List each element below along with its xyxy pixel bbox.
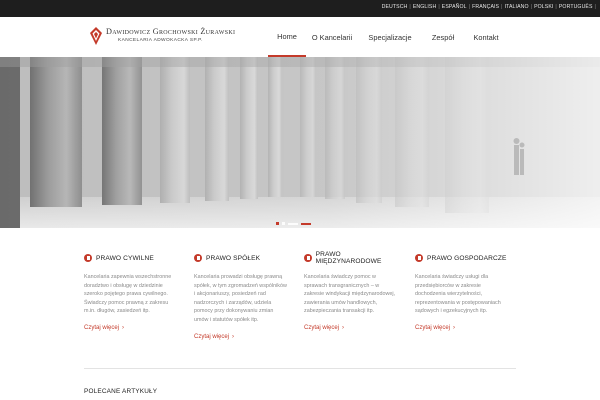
nav-item-kontakt[interactable]: Kontakt bbox=[464, 17, 508, 57]
service-description: Kancelaria świadczy usługi dla przedsięb… bbox=[415, 274, 501, 315]
lang-separator: | bbox=[594, 4, 596, 10]
document-icon bbox=[84, 254, 92, 262]
chevron-right-icon: › bbox=[122, 325, 125, 331]
service-title: PRAWO SPÓŁEK bbox=[206, 254, 261, 262]
lang-separator: | bbox=[530, 4, 533, 10]
chevron-right-icon: › bbox=[342, 325, 345, 331]
nav-item-specjalizacje[interactable]: Specjalizacje bbox=[358, 17, 422, 57]
document-icon bbox=[415, 254, 423, 262]
slider-dot-4[interactable] bbox=[301, 222, 311, 225]
nav-item-home[interactable]: Home bbox=[268, 17, 306, 57]
read-more-link[interactable]: Czytaj więcej › bbox=[194, 334, 234, 340]
read-more-link[interactable]: Czytaj więcej › bbox=[415, 325, 455, 331]
slider-dot-2[interactable] bbox=[282, 222, 285, 225]
shield-crest-icon bbox=[90, 27, 102, 45]
service-prawo-spolek: PRAWO SPÓŁEK Kancelaria prowadzi obsługę… bbox=[194, 253, 294, 340]
slider-dot-3[interactable] bbox=[288, 222, 298, 225]
slider-dot-1[interactable] bbox=[276, 222, 279, 225]
service-prawo-miedzynarodowe: PRAWO MIĘDZYNARODOWE Kancelaria świadczy… bbox=[304, 251, 404, 331]
site-logo[interactable]: Dawidowicz Grochowski Żurawski KANCELARI… bbox=[90, 27, 235, 45]
main-nav: Home O Kancelarii Specjalizacje Zespół K… bbox=[268, 17, 508, 57]
lang-separator: | bbox=[501, 4, 503, 10]
lang-separator: | bbox=[438, 4, 440, 10]
lang-deutsch[interactable]: DEUTSCH bbox=[382, 4, 408, 10]
section-divider bbox=[84, 368, 516, 369]
slider-pagination bbox=[276, 222, 311, 225]
chevron-right-icon: › bbox=[453, 325, 456, 331]
lang-english[interactable]: ENGLISH bbox=[413, 4, 436, 10]
service-prawo-gospodarcze: PRAWO GOSPODARCZE Kancelaria świadczy us… bbox=[415, 253, 515, 331]
service-title: PRAWO CYWILNE bbox=[96, 254, 154, 262]
lang-francais[interactable]: FRANÇAIS bbox=[472, 4, 499, 10]
document-icon bbox=[194, 254, 202, 262]
read-more-link[interactable]: Czytaj więcej › bbox=[84, 325, 124, 331]
service-title: PRAWO MIĘDZYNARODOWE bbox=[315, 251, 382, 265]
brand-subtitle: KANCELARIA ADWOKACKA SP.P. bbox=[118, 38, 203, 43]
lang-separator: | bbox=[468, 4, 471, 10]
lang-separator: | bbox=[409, 4, 411, 10]
site-header: Dawidowicz Grochowski Żurawski KANCELARI… bbox=[0, 17, 600, 57]
language-switcher: DEUTSCH | ENGLISH | ESPAÑOL | FRANÇAIS |… bbox=[382, 4, 598, 10]
read-more-link[interactable]: Czytaj więcej › bbox=[304, 325, 344, 331]
featured-articles-heading: POLECANE ARTYKUŁY bbox=[84, 388, 158, 395]
service-description: Kancelaria zapewnia wszechstronne doradz… bbox=[84, 274, 172, 315]
top-language-bar: DEUTSCH | ENGLISH | ESPAÑOL | FRANÇAIS |… bbox=[0, 0, 600, 17]
lang-espanol[interactable]: ESPAÑOL bbox=[442, 4, 467, 10]
nav-item-zespol[interactable]: Zespół bbox=[422, 17, 464, 57]
colonnade-photo bbox=[0, 57, 600, 228]
services-section: PRAWO CYWILNE Kancelaria zapewnia wszech… bbox=[84, 251, 524, 353]
lang-separator: | bbox=[555, 4, 557, 10]
document-icon bbox=[304, 254, 312, 262]
service-title: PRAWO GOSPODARCZE bbox=[427, 254, 507, 262]
service-description: Kancelaria prowadzi obsługę prawną spółe… bbox=[194, 274, 287, 323]
brand-name: Dawidowicz Grochowski Żurawski bbox=[106, 27, 236, 36]
hero-slider bbox=[0, 57, 600, 228]
service-prawo-cywilne: PRAWO CYWILNE Kancelaria zapewnia wszech… bbox=[84, 253, 184, 331]
lang-polski[interactable]: POLSKI bbox=[534, 4, 553, 10]
lang-portugues[interactable]: PORTUGUÊS bbox=[559, 4, 593, 10]
chevron-right-icon: › bbox=[232, 334, 235, 340]
lang-italiano[interactable]: ITALIANO bbox=[505, 4, 529, 10]
service-description: Kancelaria świadczy pomoc w sprawach tra… bbox=[304, 274, 396, 315]
nav-item-o-kancelarii[interactable]: O Kancelarii bbox=[306, 17, 358, 57]
